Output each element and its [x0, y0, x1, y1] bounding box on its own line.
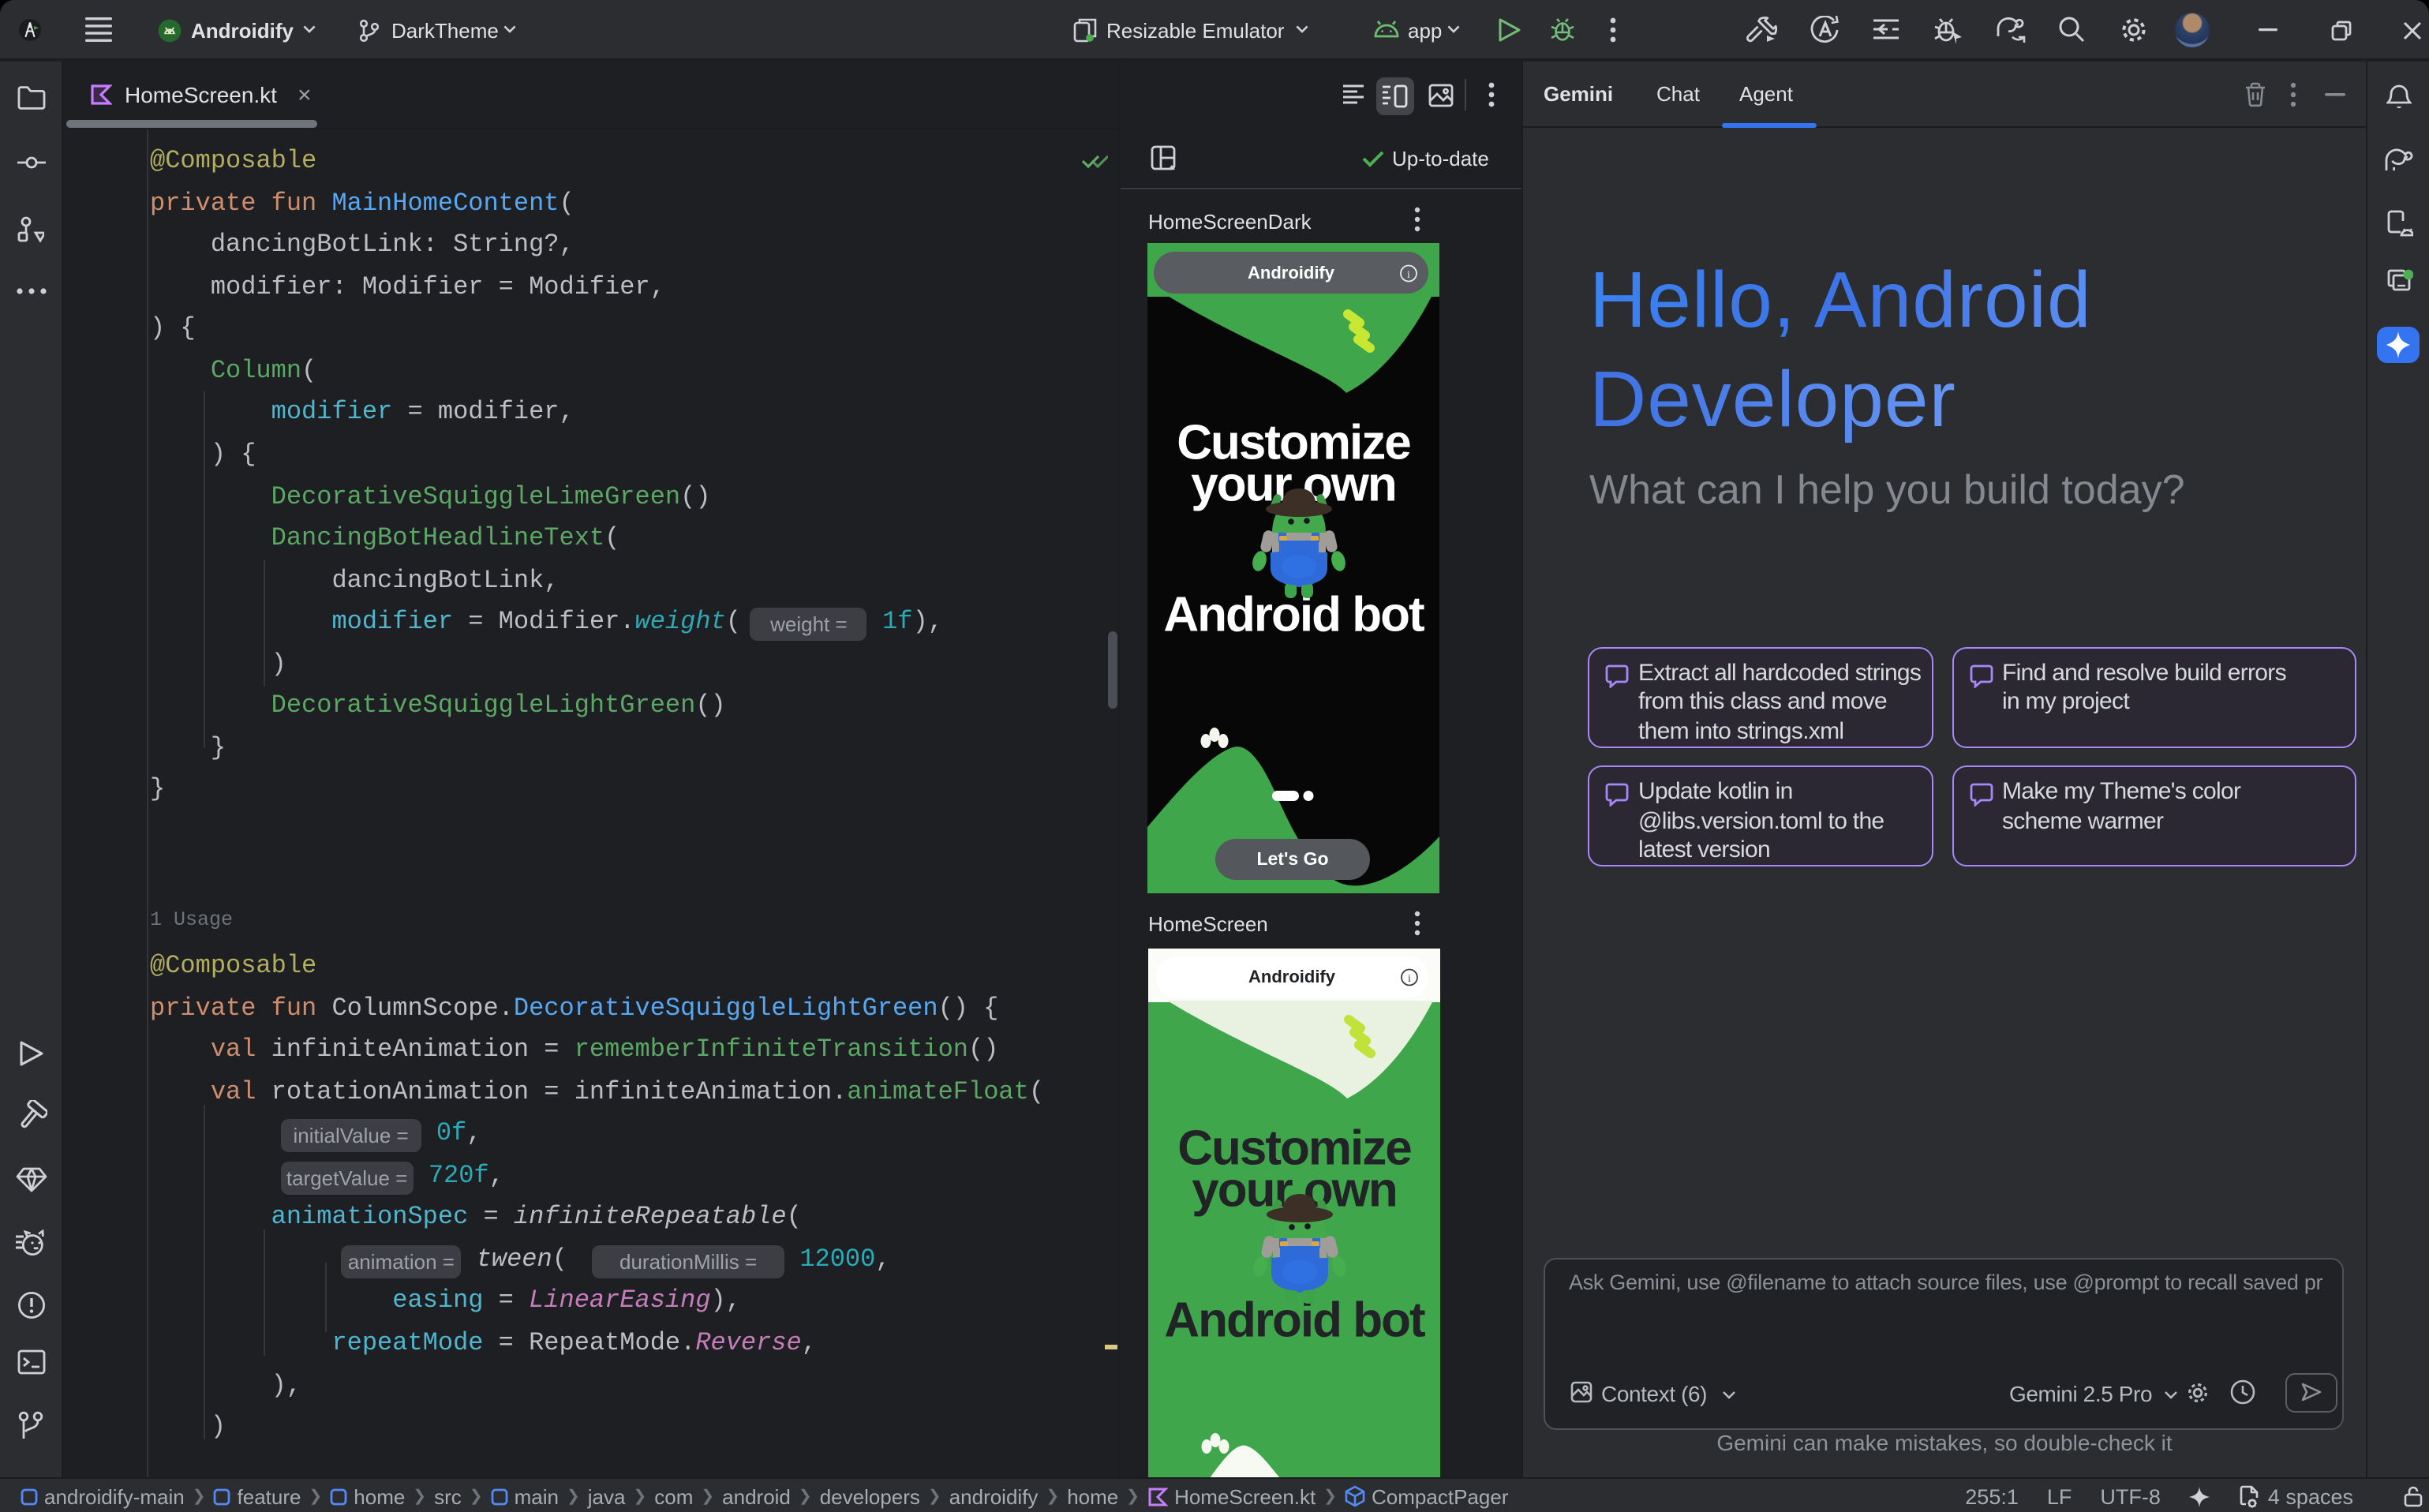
svg-text:Let's Go: Let's Go	[1256, 848, 1327, 868]
svg-text:Androidify: Androidify	[1248, 966, 1335, 986]
svg-text:i: i	[1407, 972, 1410, 984]
svg-text:Androidify: Androidify	[1247, 262, 1334, 282]
svg-text:i: i	[1406, 268, 1409, 280]
